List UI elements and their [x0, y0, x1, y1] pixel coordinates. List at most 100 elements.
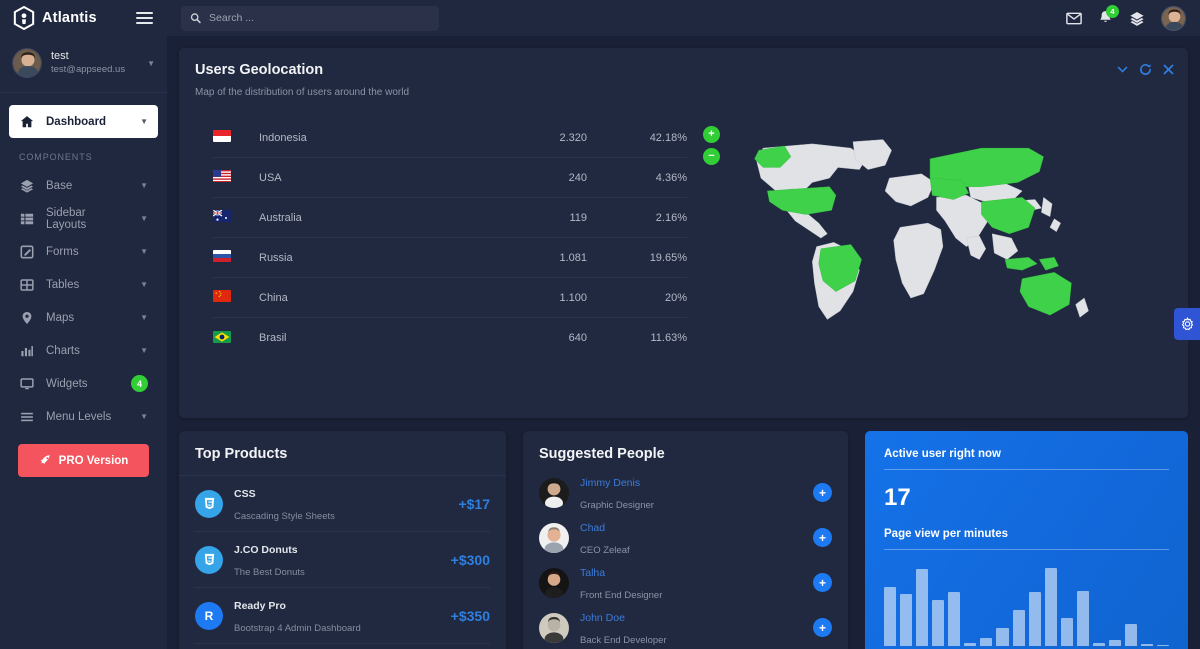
caret-down-icon[interactable]: ▼ — [147, 59, 155, 68]
person-text: John Doe Back End Developer — [580, 606, 802, 649]
page-views-bar-chart — [884, 568, 1170, 646]
country-percent: 4.36% — [655, 171, 687, 184]
bell-icon[interactable]: 4 — [1098, 5, 1119, 26]
sidebar-item-widgets[interactable]: Widgets 4 — [9, 368, 158, 399]
table-row: Australia 119 2.16% — [213, 198, 687, 238]
person-name[interactable]: John Doe — [580, 612, 625, 624]
add-person-button[interactable]: + — [813, 618, 832, 637]
chart-bar — [1060, 618, 1073, 646]
map-zoom-out-button[interactable]: − — [703, 148, 720, 165]
caret-down-icon: ▼ — [140, 181, 148, 190]
chevron-down-icon[interactable] — [1117, 64, 1128, 75]
sidebar-section-label: COMPONENTS — [19, 152, 93, 162]
country-name: Russia — [259, 251, 293, 264]
flag-usa-icon — [213, 170, 259, 185]
envelope-icon[interactable] — [1066, 12, 1082, 25]
list-item[interactable]: CSS Cascading Style Sheets +$17 — [195, 476, 490, 532]
person-name[interactable]: Talha — [580, 567, 605, 579]
search-input[interactable] — [209, 12, 430, 24]
topbar: 4 — [167, 0, 1200, 36]
sidebar-item-label: Charts — [46, 344, 80, 357]
person-name[interactable]: Jimmy Denis — [580, 477, 640, 489]
person-text: Talha Front End Designer — [580, 561, 802, 604]
sidebar-item-charts[interactable]: Charts ▼ — [9, 335, 158, 366]
list-item[interactable]: Talha Front End Designer + — [539, 560, 832, 605]
active-users-card: Active user right now 17 Page view per m… — [865, 431, 1188, 649]
sidebar-item-label: Sidebar Layouts — [46, 206, 87, 231]
chart-bar — [932, 599, 945, 646]
country-percent: 42.18% — [649, 131, 687, 144]
card-subtitle: Map of the distribution of users around … — [195, 87, 410, 98]
person-name[interactable]: Chad — [580, 522, 605, 534]
menu-lines-icon — [19, 410, 35, 424]
sidebar-item-menu-levels[interactable]: Menu Levels ▼ — [9, 401, 158, 432]
world-map[interactable]: + − — [695, 118, 1172, 358]
product-text: Ready Pro Bootstrap 4 Admin Dashboard — [234, 594, 440, 637]
hexagon-logo-icon — [13, 6, 35, 30]
divider — [884, 469, 1169, 470]
sidebar-item-label: Maps — [46, 311, 75, 324]
active-users-count: 17 — [884, 484, 911, 511]
sidebar-item-maps[interactable]: Maps ▼ — [9, 302, 158, 333]
add-person-button[interactable]: + — [813, 483, 832, 502]
sidebar-badge-widgets: 4 — [131, 375, 148, 392]
css-icon — [195, 489, 223, 518]
list-item[interactable]: Chad CEO Zeleaf + — [539, 515, 832, 560]
person-role: CEO Zeleaf — [580, 544, 630, 556]
sidebar-item-label: Menu Levels — [46, 410, 112, 423]
list-item[interactable]: Jimmy Denis Graphic Designer + — [539, 470, 832, 515]
product-name: CSS — [234, 487, 256, 500]
sidebar-nav: Dashboard ▼ COMPONENTS Base ▼ Sidebar La… — [0, 93, 167, 649]
country-percent: 11.63% — [650, 332, 688, 344]
brand-name: Atlantis — [42, 10, 97, 26]
sidebar-item-sidebar-layouts[interactable]: Sidebar Layouts ▼ — [9, 203, 158, 234]
brand[interactable]: Atlantis — [13, 6, 97, 30]
hamburger-icon[interactable] — [135, 9, 154, 27]
caret-down-icon: ▼ — [140, 247, 148, 256]
sidebar-item-tables[interactable]: Tables ▼ — [9, 269, 158, 300]
list-item[interactable]: John Doe Back End Developer + — [539, 605, 832, 649]
sidebar-item-forms[interactable]: Forms ▼ — [9, 236, 158, 267]
table-row: Brasil 640 11.63% — [213, 318, 687, 358]
map-pin-icon — [19, 311, 35, 325]
map-zoom-in-button[interactable]: + — [703, 126, 720, 143]
sidebar-item-label: Tables — [46, 278, 80, 291]
product-name: J.CO Donuts — [234, 543, 298, 556]
caret-down-icon: ▼ — [140, 214, 148, 223]
add-person-button[interactable]: + — [813, 528, 832, 547]
avatar[interactable] — [1161, 5, 1186, 31]
active-users-title: Active user right now — [884, 448, 1001, 460]
card-title: Top Products — [195, 446, 288, 462]
table-row: Russia 1.081 19.65% — [213, 238, 687, 278]
country-name: USA — [259, 171, 282, 184]
avatar — [12, 48, 42, 78]
pro-version-button[interactable]: PRO Version — [18, 444, 149, 477]
sidebar-logo-header: Atlantis — [0, 0, 167, 36]
table-icon — [19, 278, 35, 292]
sidebar-item-label: Dashboard — [46, 115, 107, 128]
sidebar-item-dashboard[interactable]: Dashboard ▼ — [9, 105, 158, 138]
chart-bar — [1141, 644, 1154, 646]
close-icon[interactable] — [1163, 64, 1174, 75]
search-bar[interactable] — [181, 5, 439, 31]
settings-tab-button[interactable] — [1174, 308, 1200, 340]
avatar — [539, 612, 569, 643]
card-tools — [1117, 63, 1174, 76]
country-name: Indonesia — [259, 131, 307, 144]
person-text: Chad CEO Zeleaf — [580, 516, 802, 559]
caret-down-icon: ▼ — [140, 280, 148, 289]
sidebar-item-base[interactable]: Base ▼ — [9, 170, 158, 201]
sidebar-item-label: Base — [46, 179, 73, 192]
list-item[interactable]: J.CO Donuts The Best Donuts +$300 — [195, 532, 490, 588]
table-row: Indonesia 2.320 42.18% — [213, 118, 687, 158]
layers-icon[interactable] — [1129, 11, 1145, 26]
sidebar-user-block[interactable]: test test@appseed.us ▼ — [0, 36, 167, 93]
country-percent: 20% — [664, 291, 687, 304]
home-icon — [19, 115, 35, 129]
avatar — [539, 522, 569, 553]
content-area: Users Geolocation Map of the distributio… — [167, 36, 1200, 649]
divider — [884, 549, 1169, 550]
list-item[interactable]: R Ready Pro Bootstrap 4 Admin Dashboard … — [195, 588, 490, 644]
refresh-icon[interactable] — [1139, 63, 1152, 76]
add-person-button[interactable]: + — [813, 573, 832, 592]
